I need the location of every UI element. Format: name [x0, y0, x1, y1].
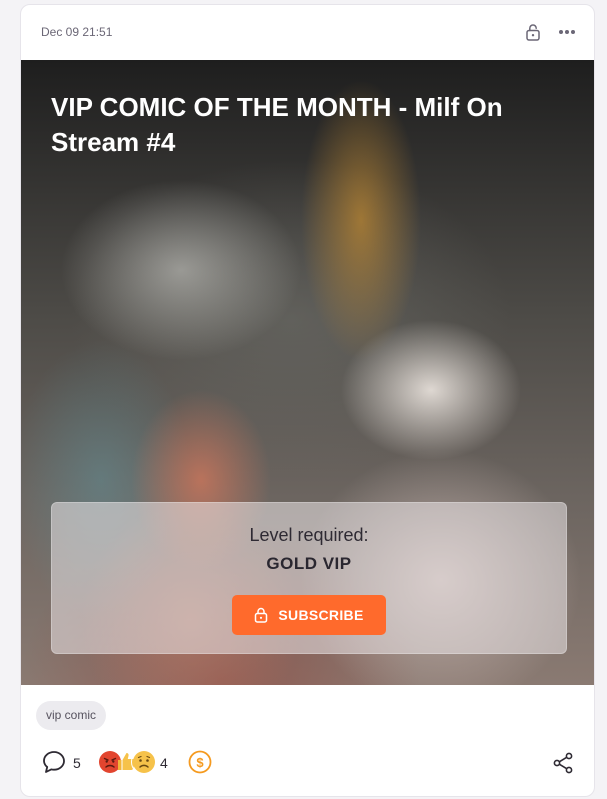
locked-post-indicator[interactable] [523, 21, 543, 43]
dollar-coin-icon[interactable]: $ [187, 749, 213, 775]
reaction-count: 4 [160, 755, 168, 771]
subscribe-button-label: SUBSCRIBE [278, 607, 364, 623]
paywall-panel: Level required: GOLD VIP SUBSCRIBE [51, 502, 567, 654]
comment-icon[interactable] [41, 749, 67, 775]
required-level: GOLD VIP [266, 554, 352, 573]
lock-icon [255, 607, 268, 623]
subscribe-button[interactable]: SUBSCRIBE [232, 595, 386, 635]
sad-face-icon [131, 749, 157, 775]
svg-text:$: $ [196, 755, 204, 770]
share-icon[interactable] [551, 751, 575, 775]
more-horizontal-icon [559, 30, 575, 34]
level-required-label: Level required: [249, 525, 369, 545]
tag-vip-comic[interactable]: vip comic [36, 701, 107, 730]
post-menu-button[interactable] [556, 22, 578, 42]
post-timestamp: Dec 09 21:51 [41, 25, 113, 39]
lock-icon [526, 24, 540, 41]
post-media-preview: VIP COMIC OF THE MONTH - Milf On Stream … [21, 60, 594, 685]
post-actions: 5 4 $ [21, 745, 594, 785]
post-card: Dec 09 21:51 VIP COMIC OF THE MONTH - Mi… [20, 4, 595, 797]
post-header: Dec 09 21:51 [21, 5, 594, 61]
reactions-summary[interactable] [97, 749, 157, 775]
comment-count: 5 [73, 755, 81, 771]
post-title: VIP COMIC OF THE MONTH - Milf On Stream … [51, 92, 503, 157]
